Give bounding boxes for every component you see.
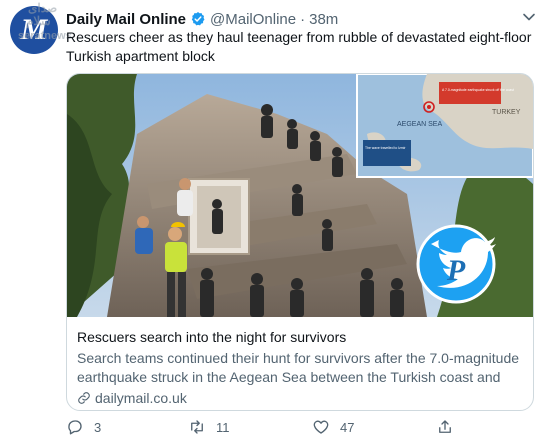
map-callout-text: A 7.0-magnitude earthquake struck off th… — [442, 88, 514, 92]
map-inset: AEGEAN SEA TURKEY A 7.0-magnitude earthq… — [356, 74, 533, 178]
like-count: 47 — [340, 419, 355, 435]
reply-count: 3 — [94, 419, 102, 435]
share-icon — [439, 420, 451, 433]
like-button[interactable]: 47 — [312, 418, 354, 436]
card-title[interactable]: Rescuers search into the night for survi… — [77, 328, 523, 347]
link-icon — [78, 392, 90, 404]
separator-dot: · — [300, 10, 306, 28]
card-text: Rescuers search into the night for survi… — [77, 328, 523, 406]
map-inset-text: The wave travelled to Izmir — [365, 146, 406, 150]
watermark-line1: صدای — [28, 1, 58, 15]
link-card[interactable]: AEGEAN SEA TURKEY A 7.0-magnitude earthq… — [66, 73, 534, 411]
chevron-down-icon[interactable] — [522, 10, 536, 24]
logo-letter: P — [446, 254, 466, 287]
display-name[interactable]: Daily Mail Online — [66, 11, 186, 28]
retweet-count: 11 — [216, 419, 230, 435]
verified-badge-icon — [191, 12, 205, 26]
share-button[interactable] — [436, 418, 464, 436]
watermark-line2: سلام — [26, 14, 51, 28]
watermark-site: seratnews — [18, 30, 72, 42]
tweet-text: Rescuers cheer as they haul teenager fro… — [66, 29, 532, 64]
action-bar: 3 11 47 — [66, 418, 536, 440]
card-domain: dailymail.co.uk — [95, 390, 187, 406]
reply-icon — [68, 420, 82, 435]
map-country-label: TURKEY — [492, 109, 521, 116]
reply-button[interactable]: 3 — [66, 418, 101, 436]
map-sea-label: AEGEAN SEA — [397, 121, 442, 128]
twitter-logo-icon: P — [416, 224, 496, 304]
timestamp[interactable]: 38m — [309, 11, 338, 28]
card-description: Search teams continued their hunt for su… — [77, 350, 520, 385]
tweet-header: Daily Mail Online @MailOnline · 38m — [66, 9, 536, 29]
handle[interactable]: @MailOnline — [210, 11, 296, 28]
heart-icon — [313, 420, 329, 434]
retweet-icon — [191, 420, 203, 434]
retweet-button[interactable]: 11 — [188, 418, 230, 436]
card-link[interactable]: dailymail.co.uk — [77, 390, 523, 406]
card-image[interactable]: AEGEAN SEA TURKEY A 7.0-magnitude earthq… — [67, 74, 533, 317]
